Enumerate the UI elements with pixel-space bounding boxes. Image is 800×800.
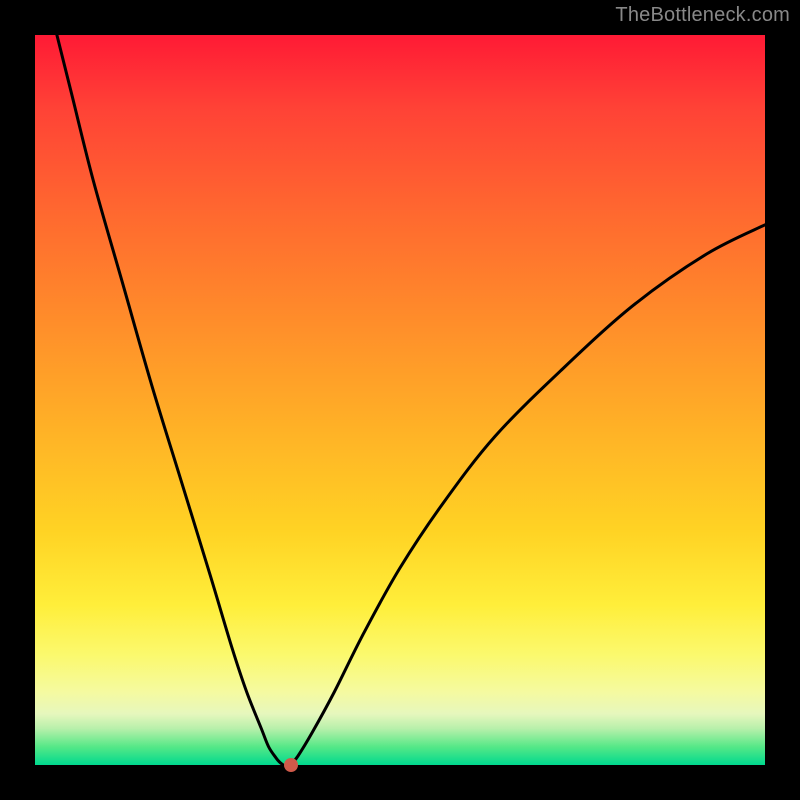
attribution-label: TheBottleneck.com (615, 4, 790, 27)
chart-container: TheBottleneck.com (0, 0, 800, 800)
curve-right-branch (291, 225, 766, 765)
plot-area (35, 35, 765, 765)
curve-left-branch (57, 35, 283, 765)
curve-layer (35, 35, 765, 765)
marker-dot (284, 758, 298, 772)
